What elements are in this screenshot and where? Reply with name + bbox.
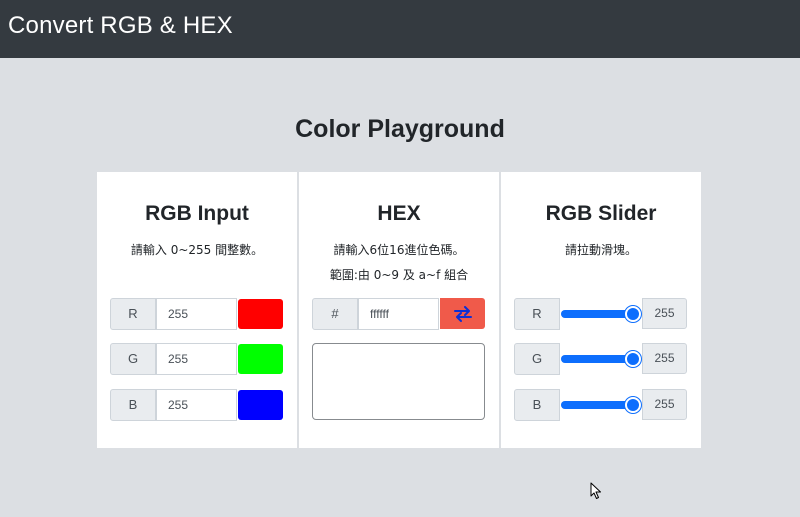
swap-button[interactable]: [440, 298, 485, 329]
rgb-input-description: 請輸入 0~255 間整數。: [130, 243, 264, 257]
hex-color-preview: [312, 343, 485, 420]
rgb-input-g-swatch: [238, 344, 283, 374]
rgb-input-b-label: B: [110, 389, 156, 421]
slider-fill: [561, 310, 633, 318]
rgb-input-panel: RGB Input 請輸入 0~255 間整數。 R 255 G 255 B 2…: [97, 172, 297, 448]
slider-thumb[interactable]: [625, 306, 641, 322]
slider-fill: [561, 401, 633, 409]
rgb-slider-g-label: G: [514, 343, 560, 375]
rgb-slider-g-value: 255: [642, 343, 687, 374]
navbar: Convert RGB & HEX: [0, 0, 800, 58]
slider-thumb[interactable]: [625, 397, 641, 413]
rgb-slider-b-label: B: [514, 389, 560, 421]
page-title: Color Playground: [295, 115, 505, 143]
slider-fill: [561, 355, 633, 363]
rgb-input-r-label: R: [110, 298, 156, 330]
rgb-input-r-field[interactable]: 255: [156, 298, 237, 330]
rgb-input-b-field[interactable]: 255: [156, 389, 237, 421]
mouse-cursor-icon: [590, 482, 601, 499]
rgb-slider-description: 請拉動滑塊。: [564, 243, 637, 257]
rgb-slider-b-value: 255: [642, 389, 687, 420]
hex-heading: HEX: [377, 202, 421, 225]
hex-description-line1: 請輸入6位16進位色碼。: [333, 243, 465, 257]
rgb-slider-r[interactable]: [561, 306, 641, 322]
hex-input[interactable]: ffffff: [358, 298, 439, 330]
rgb-slider-r-label: R: [514, 298, 560, 330]
slider-thumb[interactable]: [625, 351, 641, 367]
rgb-slider-g[interactable]: [561, 351, 641, 367]
rgb-slider-panel: RGB Slider 請拉動滑塊。 R 255 G 255 B 255: [501, 172, 701, 448]
rgb-input-heading: RGB Input: [145, 202, 249, 225]
rgb-input-r-swatch: [238, 299, 283, 329]
rgb-input-b-swatch: [238, 390, 283, 420]
swap-arrows-icon: [453, 305, 472, 322]
hex-panel: HEX 請輸入6位16進位色碼。 範圍:由 0~9 及 a~f 組合 # fff…: [299, 172, 499, 448]
rgb-input-g-label: G: [110, 343, 156, 375]
rgb-slider-b[interactable]: [561, 397, 641, 413]
rgb-slider-r-value: 255: [642, 298, 687, 329]
rgb-input-g-field[interactable]: 255: [156, 343, 237, 375]
hex-prefix: #: [312, 298, 358, 330]
rgb-slider-heading: RGB Slider: [545, 202, 657, 225]
navbar-brand[interactable]: Convert RGB & HEX: [8, 12, 233, 40]
hex-description-line2: 範圍:由 0~9 及 a~f 組合: [329, 268, 469, 282]
